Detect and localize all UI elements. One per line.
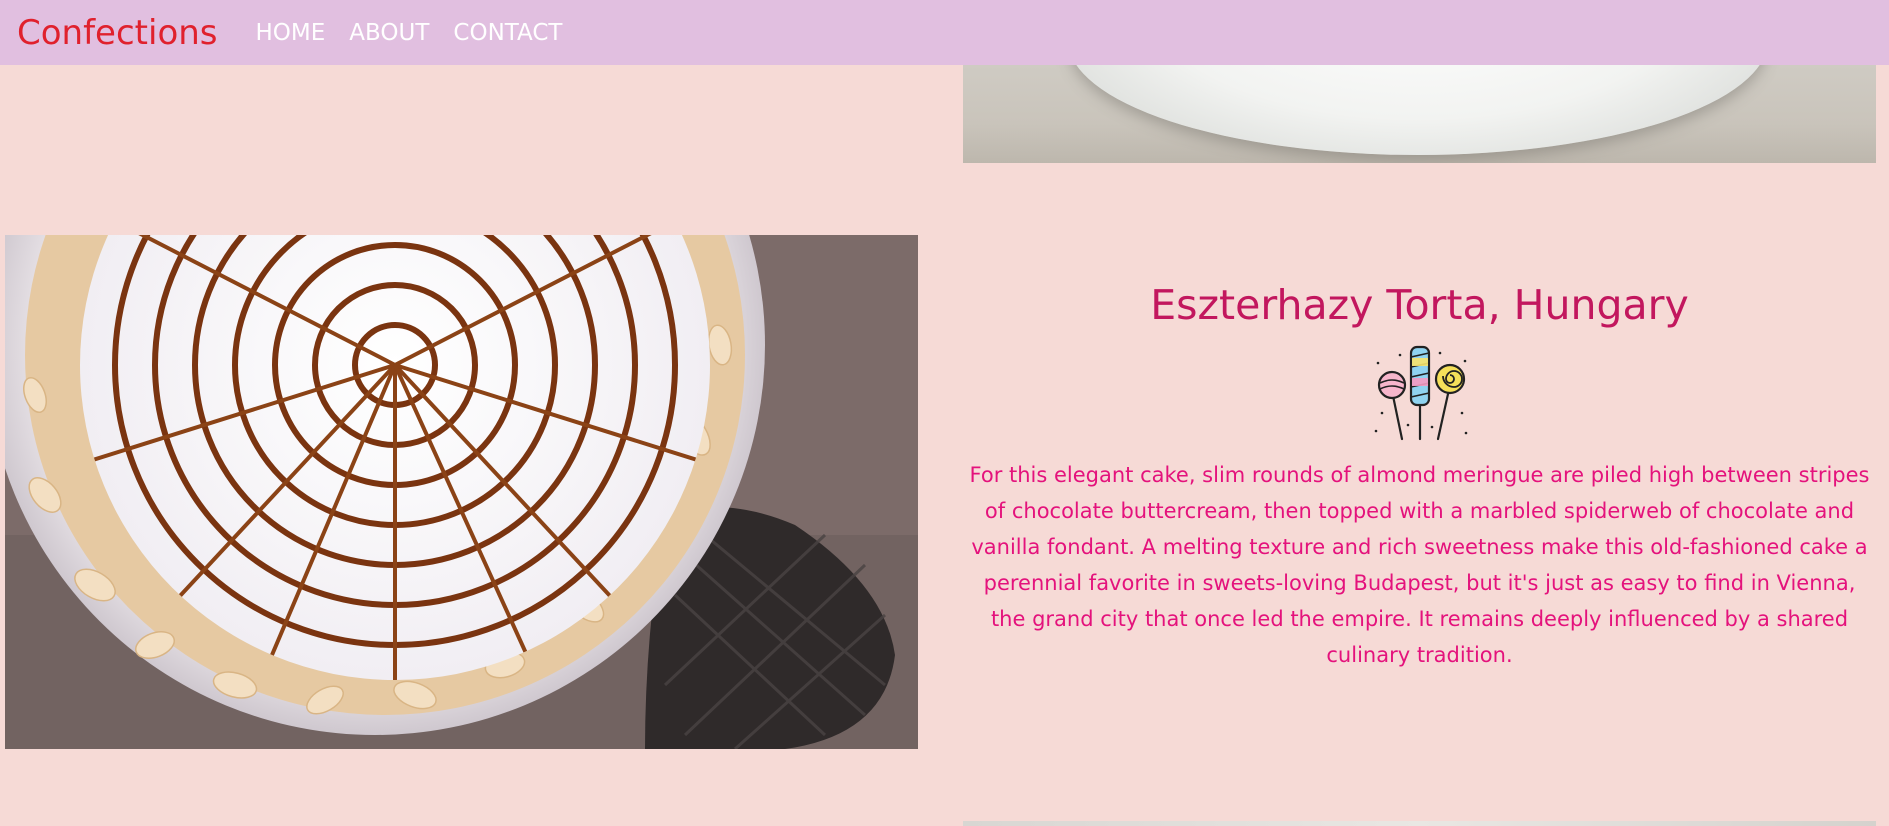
dessert-title: Eszterhazy Torta, Hungary	[1150, 281, 1689, 329]
previous-dessert-photo	[963, 65, 1876, 163]
dessert-article: Eszterhazy Torta, Hungary For this elega…	[963, 275, 1876, 673]
top-navbar: Confections HOME ABOUT CONTACT	[0, 0, 1889, 65]
brand-logo-link[interactable]: Confections	[17, 13, 218, 53]
nav-link-about[interactable]: ABOUT	[349, 20, 429, 46]
nav-link-home[interactable]: HOME	[256, 20, 326, 46]
white-dish-image	[1068, 65, 1768, 155]
eszterhazy-cake-photo	[5, 235, 918, 749]
nav-link-contact[interactable]: CONTACT	[453, 20, 562, 46]
lollipop-candy-icon	[1374, 345, 1467, 441]
dessert-description: For this elegant cake, slim rounds of al…	[969, 463, 1870, 667]
next-dessert-photo	[963, 821, 1876, 826]
